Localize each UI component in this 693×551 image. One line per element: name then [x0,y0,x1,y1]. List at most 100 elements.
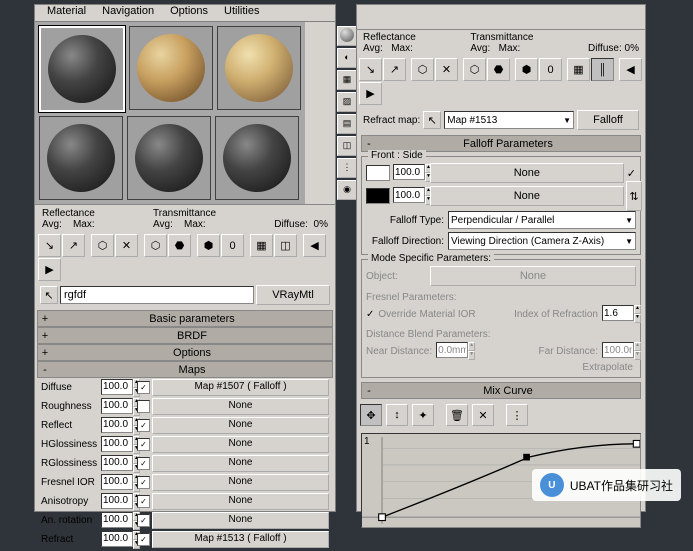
rollout-basic[interactable]: +Basic parameters [37,310,333,327]
fresnel-amount[interactable] [101,474,133,490]
r-library-button[interactable]: ⬢ [515,58,538,81]
rollout-brdf[interactable]: +BRDF [37,327,333,344]
material-slot-3[interactable] [217,26,301,110]
rgloss-amount[interactable] [101,455,133,471]
go-parent-button[interactable]: ◀ [303,234,326,257]
anrot-amount[interactable] [101,512,133,528]
put-to-scene-button[interactable]: ↗ [62,234,85,257]
add-point-icon[interactable]: ✦ [412,404,434,426]
fresnel-check[interactable]: ✓ [137,476,150,489]
hgloss-amount[interactable] [101,436,133,452]
r-delete-button[interactable]: ✕ [435,58,458,81]
delete-point-icon[interactable]: 🗑 [446,404,468,426]
anrot-map-slot[interactable]: None [152,512,329,529]
r-showmap-button[interactable]: ▦ [567,58,590,81]
material-slot-6[interactable] [215,116,299,200]
options-button[interactable]: ⋮ [337,158,357,178]
r-put-button[interactable]: ↗ [383,58,406,81]
refract-map-slot[interactable]: Map #1513 ( Falloff ) [152,531,329,548]
fresnel-map-slot[interactable]: None [152,474,329,491]
refract-check[interactable]: ✓ [137,533,150,546]
material-id-channel-button[interactable]: 0 [221,234,244,257]
menu-navigation[interactable]: Navigation [94,5,162,21]
diffuse-check[interactable]: ✓ [137,381,150,394]
r-unique-button[interactable]: ⬣ [487,58,510,81]
r-forward-button[interactable]: ▶ [359,82,382,105]
r-parent-button[interactable]: ◀ [619,58,642,81]
material-slot-5[interactable] [127,116,211,200]
rgloss-map-slot[interactable]: None [152,455,329,472]
rollout-mix-curve[interactable]: -Mix Curve [361,382,641,399]
aniso-map-slot[interactable]: None [152,493,329,510]
pick-button[interactable]: ↖ [40,286,58,304]
delete-button[interactable]: ✕ [115,234,138,257]
reflect-amount[interactable] [101,417,133,433]
front-color-swatch[interactable] [366,165,390,181]
roughness-check[interactable] [137,400,150,413]
r-copy-button[interactable]: ⬡ [463,58,486,81]
front-map-slot[interactable]: None [430,163,624,183]
r-assign-button[interactable]: ⬡ [411,58,434,81]
r-endresult-button[interactable]: ║ [591,58,614,81]
front-amount[interactable] [393,164,425,180]
menu-material[interactable]: Material [39,5,94,21]
make-copy-button[interactable]: ⬡ [144,234,167,257]
side-color-swatch[interactable] [366,188,390,204]
falloff-dir-dropdown[interactable]: Viewing Direction (Camera Z-Axis)▼ [448,232,636,250]
video-check-button[interactable]: ▤ [337,114,357,134]
diffuse-amount[interactable] [101,379,133,395]
hgloss-check[interactable]: ✓ [137,438,150,451]
aniso-check[interactable]: ✓ [137,495,150,508]
tangent-icon[interactable]: ⋮ [506,404,528,426]
roughness-amount[interactable] [101,398,133,414]
hgloss-map-slot[interactable]: None [152,436,329,453]
side-map-slot[interactable]: None [430,186,624,206]
menu-utilities[interactable]: Utilities [216,5,267,21]
anrot-check[interactable]: ✓ [137,514,150,527]
background-button[interactable]: ▦ [337,70,357,90]
refract-pick-button[interactable]: ↖ [423,111,441,129]
get-material-button[interactable]: ↘ [38,234,61,257]
front-check[interactable]: ✓ [627,167,636,180]
preview-button[interactable]: ◫ [337,136,357,156]
swap-icon[interactable]: ⇅ [626,181,642,211]
rollout-options[interactable]: +Options [37,344,333,361]
show-end-result-button[interactable]: ◫ [274,234,297,257]
move-tool-icon[interactable]: ✥ [360,404,382,426]
watermark: U UBAT作品集研习社 [532,469,681,501]
override-ior-check[interactable]: ✓ [366,309,374,320]
reflect-map-slot[interactable]: None [152,417,329,434]
reflect-check[interactable]: ✓ [137,419,150,432]
sample-uv-button[interactable]: ▨ [337,92,357,112]
put-library-button[interactable]: ⬢ [197,234,220,257]
backlight-button[interactable]: ◐ [337,48,357,68]
side-amount[interactable] [393,187,425,203]
material-slot-2[interactable] [129,26,213,110]
sample-type-button[interactable] [337,26,357,46]
material-id-button[interactable]: ◉ [337,180,357,200]
material-name-input[interactable] [60,286,254,304]
rollout-maps[interactable]: -Maps [37,361,333,378]
assign-button[interactable]: ⬡ [91,234,114,257]
scale-tool-icon[interactable]: ↕ [386,404,408,426]
r-channel-button[interactable]: 0 [539,58,562,81]
material-slot-1[interactable] [39,26,125,112]
r-get-button[interactable]: ↘ [359,58,382,81]
roughness-map-slot[interactable]: None [152,398,329,415]
maps-content: Diffuse▲▼✓Map #1507 ( Falloff ) Roughnes… [37,378,333,549]
aniso-amount[interactable] [101,493,133,509]
diffuse-map-slot[interactable]: Map #1507 ( Falloff ) [152,379,329,396]
show-map-button[interactable]: ▦ [250,234,273,257]
refract-map-dropdown[interactable]: Map #1513▼ [444,111,574,129]
reset-curve-icon[interactable]: ✕ [472,404,494,426]
material-type-button[interactable]: VRayMtl [256,285,330,305]
rgloss-check[interactable]: ✓ [137,457,150,470]
falloff-type-dropdown[interactable]: Perpendicular / Parallel▼ [448,211,636,229]
ior-value[interactable] [602,305,634,321]
go-forward-button[interactable]: ▶ [38,258,61,281]
menu-options[interactable]: Options [162,5,216,21]
falloff-type-button[interactable]: Falloff [577,110,639,130]
make-unique-button[interactable]: ⬣ [168,234,191,257]
material-slot-4[interactable] [39,116,123,200]
refract-amount[interactable] [101,531,133,547]
